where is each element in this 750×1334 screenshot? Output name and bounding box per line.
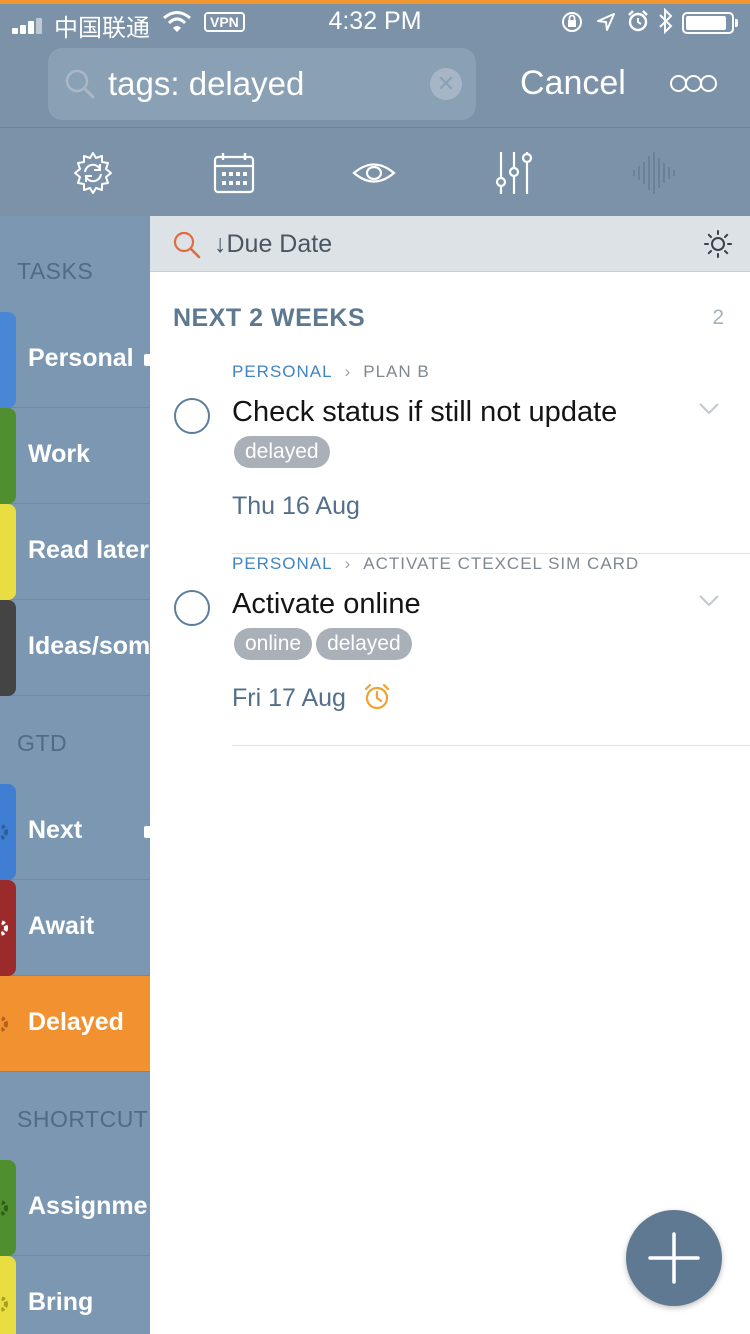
sidebar-item-label: Assignme [28,1192,148,1220]
gear-icon [0,920,8,936]
chevron-down-icon[interactable] [698,402,720,416]
sidebar-item-label: Await [28,912,95,940]
search-input[interactable]: tags: delayed [108,65,304,103]
gear-icon [0,1200,8,1216]
task-breadcrumb: PERSONAL › PLAN B [232,362,430,381]
sidebar-item-label: Ideas/som [28,632,150,660]
task-due-date: Fri 17 Aug [232,684,346,712]
tag-badge[interactable]: online [234,628,313,660]
bluetooth-icon [659,8,673,34]
chevron-down-icon[interactable] [698,594,720,608]
sidebar-item-await[interactable]: Await [0,880,150,976]
brightness-icon[interactable] [704,230,732,258]
task-tags: delayed [234,436,334,468]
status-bar: 中国联通 VPN 4:32 PM [0,4,750,42]
section-title-shortcut: SHORTCUT [17,1106,149,1132]
clear-search-button[interactable]: ✕ [430,68,462,100]
waveform-icon[interactable] [631,150,677,196]
sidebar-item-bring[interactable]: Bring [0,1256,150,1334]
sort-label[interactable]: ↓Due Date [214,230,332,259]
gear-icon [0,1016,8,1032]
sidebar-item-label: Personal [28,344,134,372]
task-item[interactable]: PERSONAL › ACTIVATE CTEXCEL SIM CARD Activ… [150,554,750,746]
cancel-button[interactable]: Cancel [520,64,626,103]
toolbar [0,128,750,216]
task-due-date: Thu 16 Aug [232,492,360,520]
alarm-icon [364,683,390,710]
plus-icon [648,1232,700,1284]
top-bar: 中国联通 VPN 4:32 PM tags: delayed ✕ Cancel [0,0,750,216]
eye-icon[interactable] [351,150,397,196]
sidebar-item-label: Work [28,440,91,468]
section-title-gtd: GTD [17,730,68,756]
task-checkbox[interactable] [174,590,210,626]
divider [232,745,750,746]
task-tags: online delayed [234,628,416,660]
location-icon [597,13,615,31]
task-project[interactable]: PERSONAL [232,362,333,381]
task-parent[interactable]: PLAN B [363,362,429,381]
section-title-tasks: TASKS [17,258,94,284]
sidebar-item-label: Next [28,816,83,844]
search-field[interactable]: tags: delayed ✕ [48,48,476,120]
sliders-icon[interactable] [491,150,537,196]
rotation-lock-icon [562,12,582,32]
task-checkbox[interactable] [174,398,210,434]
sidebar-item-next[interactable]: Next [0,784,150,880]
sidebar-item-label: Read later [28,536,149,564]
sort-bar[interactable]: ↓Due Date [150,216,750,272]
task-item[interactable]: PERSONAL › PLAN B Check status if still no… [150,362,750,554]
sidebar-item-label: Delayed [28,1008,124,1036]
more-options-button[interactable] [670,75,718,93]
task-project[interactable]: PERSONAL [232,554,333,573]
search-icon [65,69,95,99]
sidebar-item-delayed[interactable]: Delayed [0,976,150,1072]
task-parent[interactable]: ACTIVATE CTEXCEL SIM CARD [363,554,639,573]
task-title[interactable]: Activate online [232,588,421,621]
sidebar-item-ideas[interactable]: Ideas/som [0,600,150,696]
group-title: NEXT 2 WEEKS [173,304,366,332]
group-count: 2 [712,306,724,329]
sidebar-item-assignment[interactable]: Assignme [0,1160,150,1256]
search-icon[interactable] [172,230,202,260]
alarm-status-icon [628,10,648,32]
gear-icon [0,1296,8,1312]
task-list-panel: ↓Due Date NEXT 2 WEEKS 2 PERSONAL › PLAN B… [150,216,750,1334]
add-task-button[interactable] [626,1210,722,1306]
calendar-icon[interactable] [211,150,257,196]
sidebar-item-work[interactable]: Work [0,408,150,504]
sidebar: TASKS Personal Work Read later Ideas/som… [0,216,150,1334]
tag-badge[interactable]: delayed [316,628,412,660]
sidebar-item-label: Bring [28,1288,94,1316]
sync-icon[interactable] [70,150,116,196]
tag-badge[interactable]: delayed [234,436,330,468]
battery-icon [682,12,738,34]
task-breadcrumb: PERSONAL › ACTIVATE CTEXCEL SIM CARD [232,554,640,573]
sidebar-item-personal[interactable]: Personal [0,312,150,408]
task-title[interactable]: Check status if still not update [232,396,617,429]
gear-icon [0,824,8,840]
sidebar-item-read-later[interactable]: Read later [0,504,150,600]
